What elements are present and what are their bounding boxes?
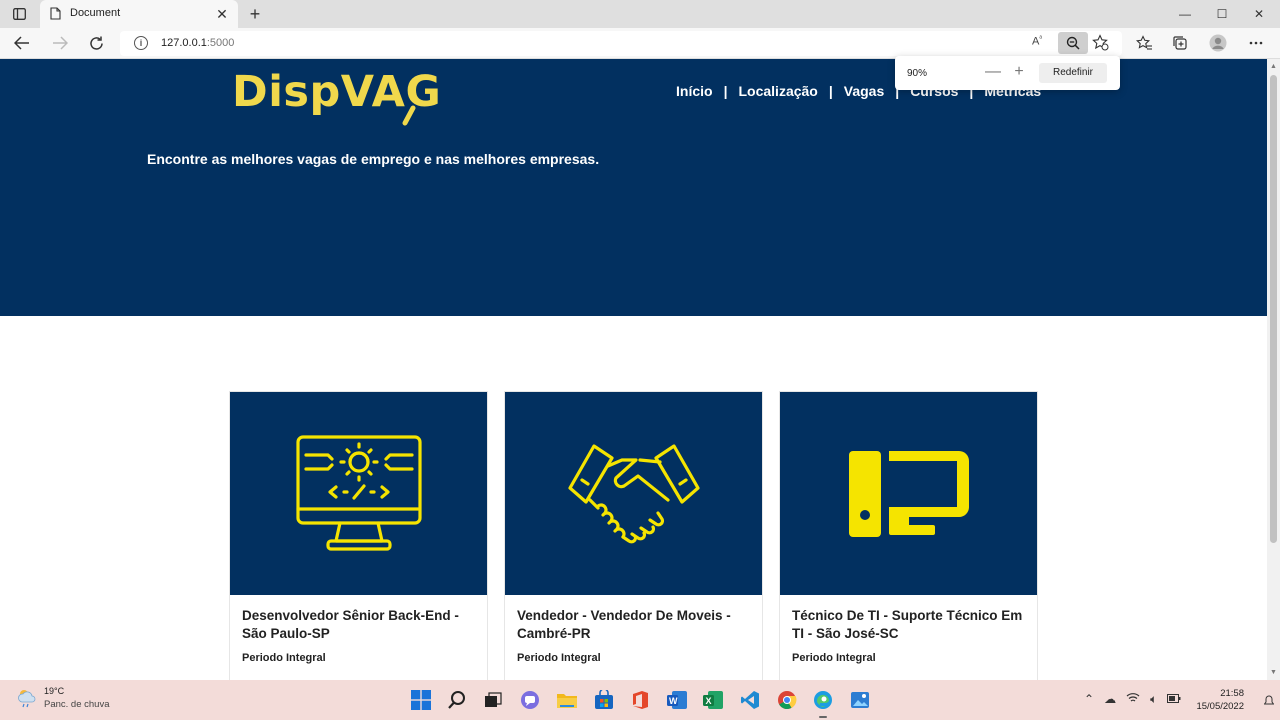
scrollbar-thumb[interactable]	[1270, 75, 1277, 543]
clock-time: 21:58	[1220, 688, 1244, 699]
address-bar[interactable]: i 127.0.0.1:5000 Aᵃ	[120, 31, 1122, 56]
system-tray: ⌃ ☁ 🔈︎	[1084, 692, 1181, 707]
zoom-out-indicator-icon[interactable]	[1058, 32, 1088, 54]
job-title[interactable]: Técnico De TI - Suporte Técnico Em TI - …	[792, 607, 1027, 643]
zoom-percent: 90%	[907, 68, 928, 79]
read-aloud-icon[interactable]: Aᵃ	[1032, 35, 1042, 48]
weather-description: Panc. de chuva	[44, 699, 110, 710]
developer-monitor-icon	[295, 434, 422, 551]
nav-separator: |	[828, 83, 833, 99]
zoom-out-button[interactable]: —	[983, 62, 1003, 82]
job-type: Periodo Integral	[517, 652, 601, 664]
start-button-icon[interactable]	[409, 688, 433, 712]
job-type: Periodo Integral	[242, 652, 326, 664]
microsoft-store-icon[interactable]	[592, 688, 616, 712]
vscode-icon[interactable]	[738, 688, 762, 712]
job-card[interactable]: Desenvolvedor Sênior Back-End - São Paul…	[229, 391, 488, 680]
back-icon[interactable]	[10, 32, 34, 54]
job-card-image	[780, 392, 1037, 595]
url-text[interactable]: 127.0.0.1:5000	[161, 37, 234, 49]
browser-tab-bar: Document ✕ + — ☐ ✕	[0, 0, 1280, 28]
system-clock[interactable]: 21:58 15/05/2022	[1192, 687, 1244, 713]
nav-link-localizacao[interactable]: Localização	[738, 83, 817, 99]
weather-temperature: 19°C	[44, 686, 65, 696]
refresh-icon[interactable]	[84, 32, 108, 54]
nav-link-vagas[interactable]: Vagas	[844, 83, 884, 99]
scroll-up-icon[interactable]: ▲	[1270, 63, 1277, 70]
clock-date: 15/05/2022	[1196, 701, 1244, 712]
nav-separator: |	[723, 83, 728, 99]
profile-avatar[interactable]	[1206, 32, 1230, 54]
job-card-image	[505, 392, 762, 595]
office-icon[interactable]	[628, 688, 652, 712]
desktop-computer-icon	[848, 450, 969, 537]
zoom-reset-button[interactable]: Redefinir	[1039, 63, 1107, 83]
word-icon[interactable]: W	[665, 688, 689, 712]
collections-icon[interactable]	[1168, 32, 1192, 54]
maximize-button[interactable]: ☐	[1203, 0, 1241, 28]
magnifier-logo-icon	[402, 105, 416, 126]
job-title[interactable]: Vendedor - Vendedor De Moveis - Cambré-P…	[517, 607, 752, 643]
weather-rain-icon	[18, 690, 36, 708]
forward-icon[interactable]	[48, 32, 72, 54]
document-icon	[50, 7, 62, 21]
site-logo[interactable]: DispVAG	[232, 67, 442, 129]
page-scrollbar[interactable]: ▲ ▼	[1267, 59, 1280, 680]
excel-icon[interactable]: X	[701, 688, 725, 712]
web-page: DispVAG Início | Localização | Vagas | C…	[0, 59, 1267, 680]
teams-chat-icon[interactable]	[518, 688, 542, 712]
hero-tagline: Encontre as melhores vagas de emprego e …	[147, 151, 600, 167]
photos-icon[interactable]	[848, 688, 872, 712]
tab-title: Document	[70, 7, 121, 19]
job-card[interactable]: Técnico De TI - Suporte Técnico Em TI - …	[779, 391, 1038, 680]
wifi-icon[interactable]	[1126, 692, 1140, 707]
browser-tab[interactable]: Document ✕	[40, 0, 238, 28]
scroll-down-icon[interactable]: ▼	[1270, 669, 1277, 676]
search-icon[interactable]	[445, 688, 469, 712]
browser-toolbar: i 127.0.0.1:5000 Aᵃ	[0, 28, 1280, 59]
notification-icon[interactable]	[1263, 694, 1275, 712]
task-view-icon[interactable]	[481, 688, 505, 712]
weather-widget[interactable]: 19°C Panc. de chuva	[16, 686, 110, 710]
file-explorer-icon[interactable]	[555, 688, 579, 712]
chevron-up-icon[interactable]: ⌃	[1084, 692, 1094, 707]
zoom-popup: 90% — + Redefinir	[895, 56, 1120, 90]
minimize-button[interactable]: —	[1166, 0, 1204, 28]
more-options-icon[interactable]	[1244, 32, 1268, 54]
close-window-button[interactable]: ✕	[1240, 0, 1278, 28]
chrome-icon[interactable]	[775, 688, 799, 712]
add-favorite-icon[interactable]	[1092, 34, 1109, 56]
new-tab-button[interactable]: +	[244, 3, 266, 25]
tab-actions-icon[interactable]	[8, 4, 30, 24]
job-type: Periodo Integral	[792, 652, 876, 664]
svg-text:X: X	[706, 696, 712, 706]
volume-icon[interactable]: 🔈︎	[1150, 692, 1157, 707]
edge-icon[interactable]	[811, 688, 835, 718]
job-card[interactable]: Vendedor - Vendedor De Moveis - Cambré-P…	[504, 391, 763, 680]
battery-icon[interactable]	[1167, 692, 1181, 707]
zoom-in-button[interactable]: +	[1009, 62, 1029, 82]
svg-text:W: W	[669, 696, 678, 706]
job-card-image	[230, 392, 487, 595]
tab-close-button[interactable]: ✕	[212, 4, 232, 24]
onedrive-icon[interactable]: ☁	[1104, 692, 1116, 707]
nav-link-inicio[interactable]: Início	[676, 83, 713, 99]
job-title[interactable]: Desenvolvedor Sênior Back-End - São Paul…	[242, 607, 477, 643]
windows-taskbar: 19°C Panc. de chuva W X ⌃ ☁ 🔈︎ 21:58 15/…	[0, 680, 1280, 720]
handshake-icon	[567, 443, 700, 543]
favorites-icon[interactable]	[1132, 32, 1156, 54]
hero-banner: DispVAG Início | Localização | Vagas | C…	[0, 59, 1267, 316]
site-info-icon[interactable]: i	[134, 36, 148, 50]
